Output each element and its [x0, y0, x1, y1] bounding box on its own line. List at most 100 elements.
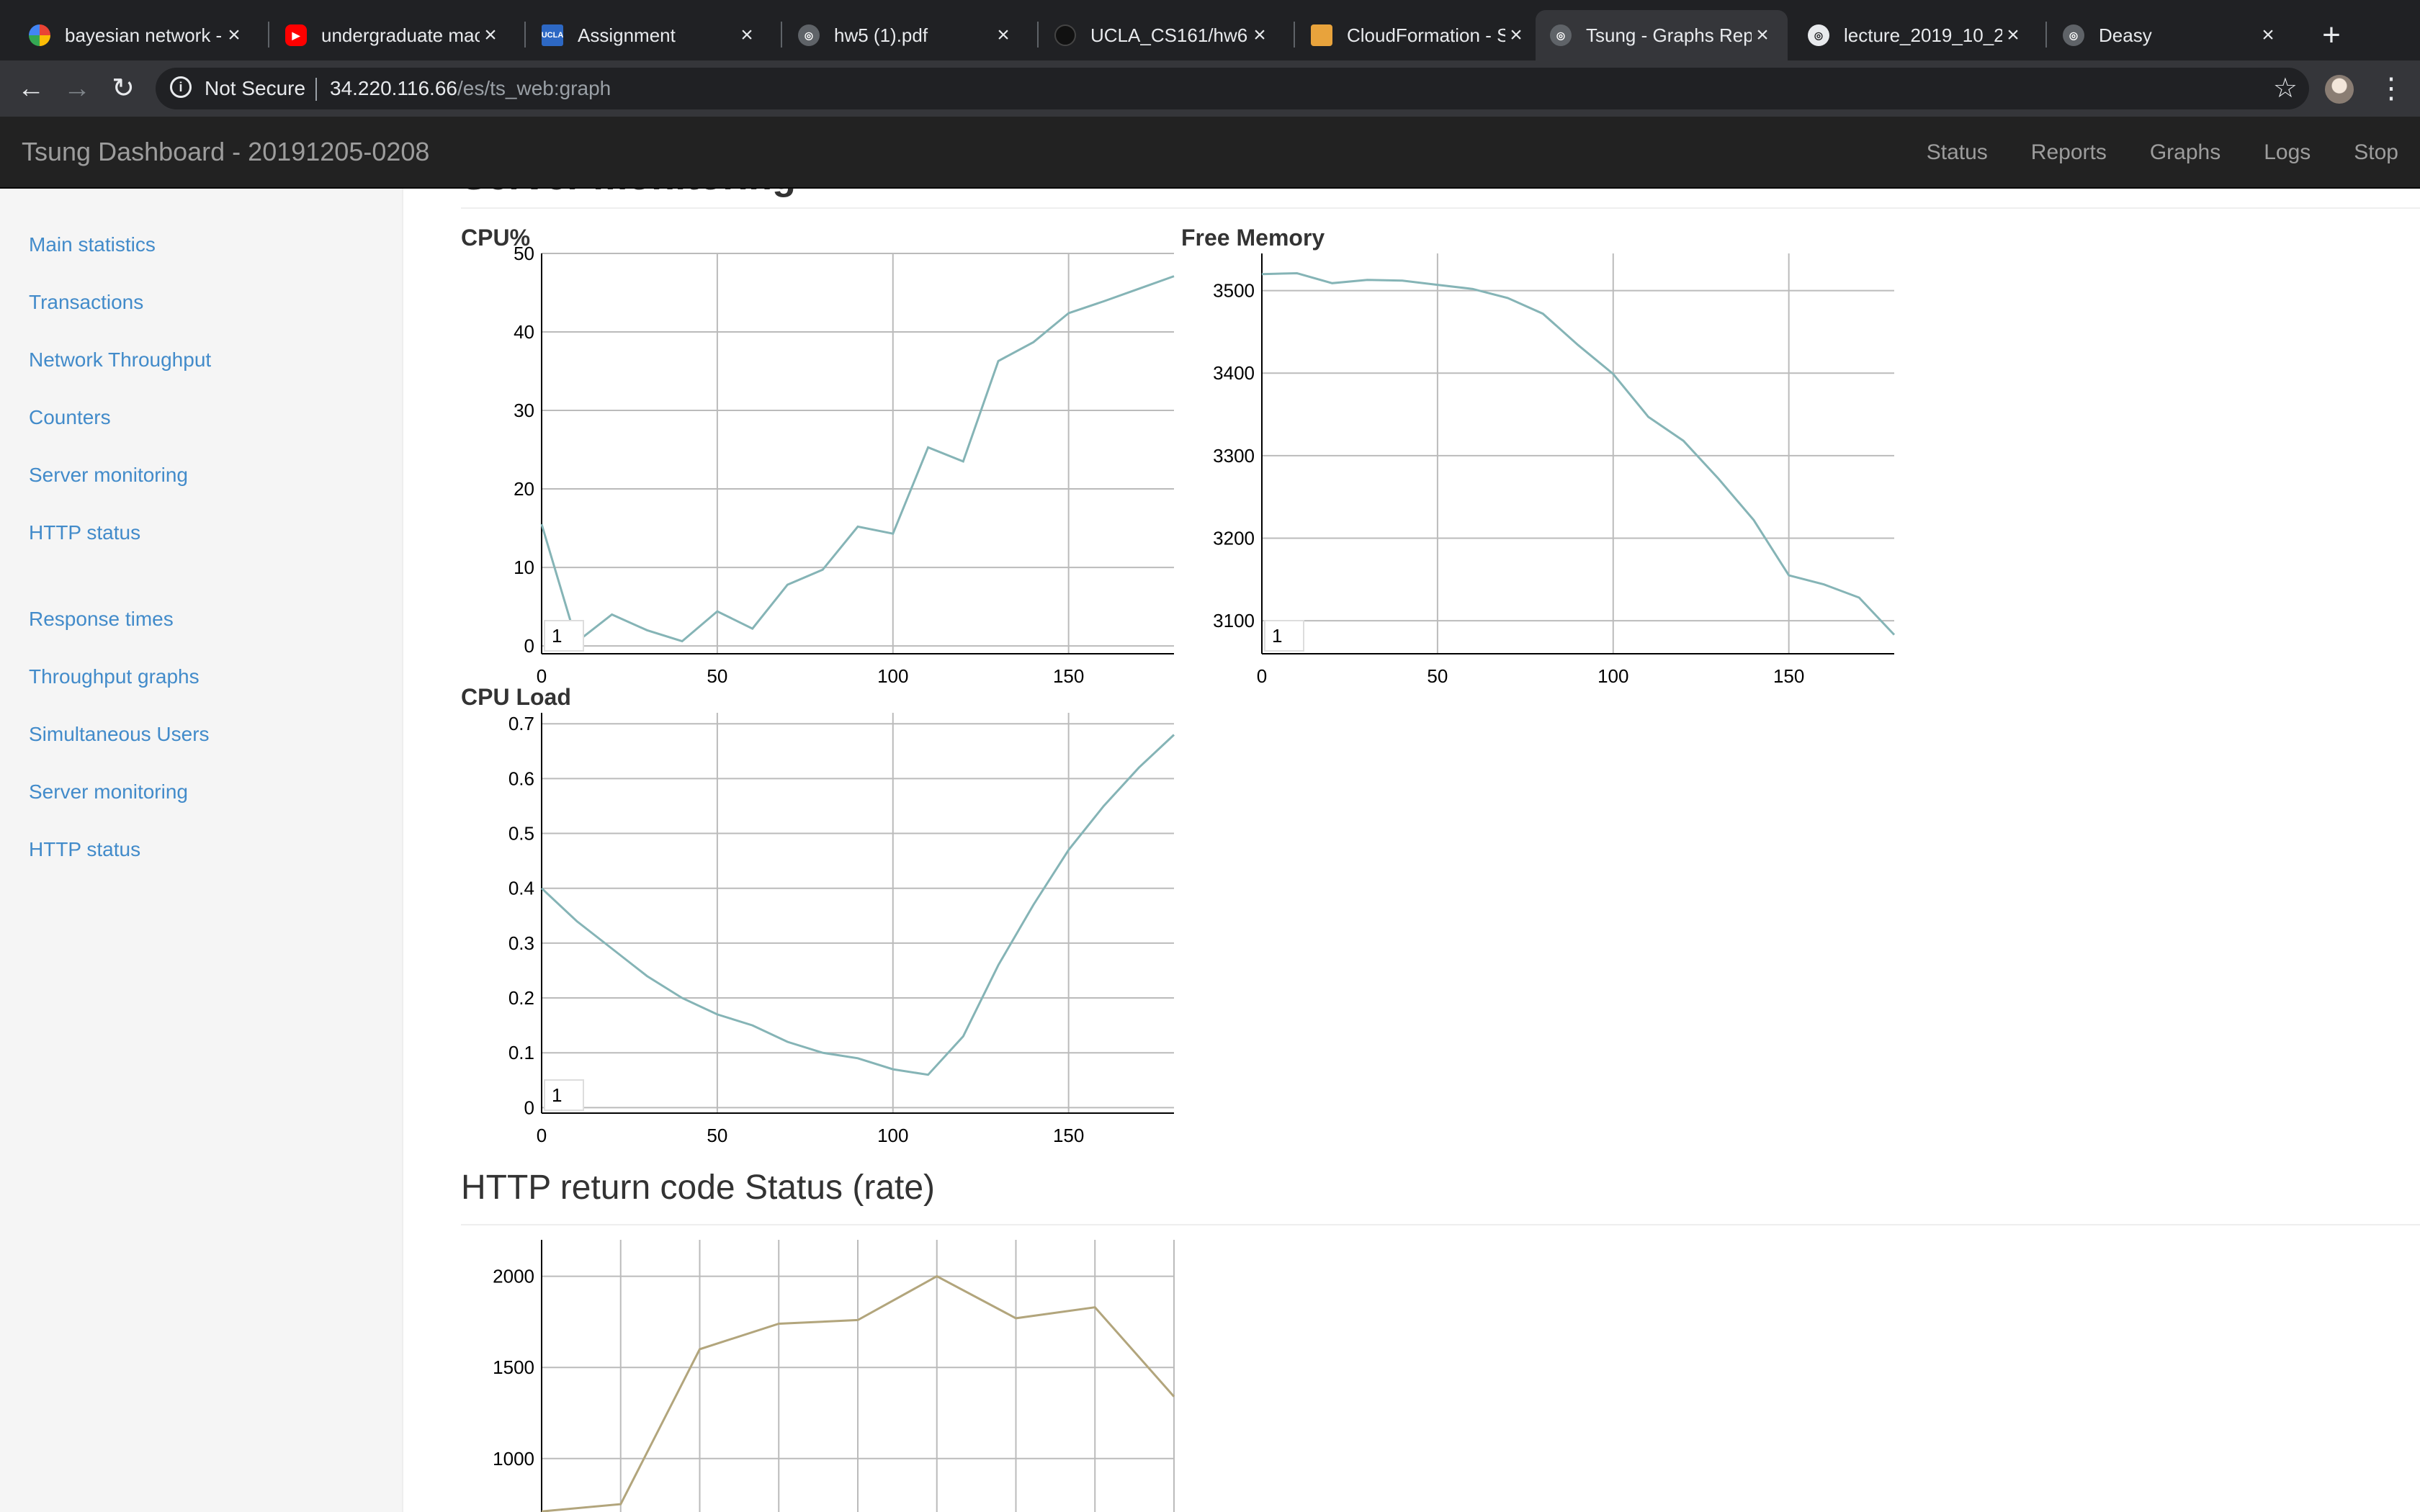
menu-kebab-icon[interactable]: ⋮	[2377, 71, 2406, 107]
sidebar-item-counters[interactable]: Counters	[29, 406, 111, 429]
browser-tab[interactable]: bayesian network - G ×	[14, 10, 259, 60]
y-tick-label: 3200	[1213, 528, 1255, 549]
tab-separator	[1037, 22, 1039, 48]
tab-separator	[2045, 22, 2047, 48]
profile-avatar[interactable]	[2325, 75, 2354, 104]
x-tick-label: 0	[1257, 665, 1267, 687]
browser-tab-strip: bayesian network - G × ▶ undergraduate m…	[0, 0, 2420, 60]
new-tab-icon[interactable]: +	[2313, 17, 2349, 53]
close-tab-icon[interactable]: ×	[2002, 23, 2024, 48]
back-icon[interactable]: ←	[13, 71, 49, 107]
tab-separator	[1294, 22, 1295, 48]
y-tick-label: 40	[514, 321, 534, 343]
ucla-icon: UCLA	[542, 24, 563, 46]
charts-canvas: 010203040500 50 100 15013100320033003400350…	[493, 243, 1896, 1512]
close-tab-icon[interactable]: ×	[223, 23, 245, 48]
x-tick-label: 50	[707, 665, 727, 687]
globe-icon: ◎	[1808, 24, 1829, 46]
y-tick-label: 2000	[493, 1266, 534, 1287]
y-tick-label: 1500	[493, 1356, 534, 1378]
close-tab-icon[interactable]: ×	[480, 23, 501, 48]
url-path: /es/ts_web:graph	[457, 77, 611, 99]
chart-legend-label: 1	[552, 625, 562, 647]
sidebar-item-server-monitoring-graphs[interactable]: Server monitoring	[29, 780, 188, 804]
chart-legend-box[interactable]	[544, 1079, 584, 1111]
y-tick-label: 3300	[1213, 445, 1255, 467]
navbar-links: Status Reports Graphs Logs Stop	[1905, 117, 2420, 189]
chart-legend-box[interactable]	[1264, 620, 1304, 652]
main-content: Server monitoring CPU% Free Memory CPU L…	[403, 189, 2420, 1512]
globe-icon: ◎	[798, 24, 820, 46]
browser-tab[interactable]: CloudFormation - St ×	[1296, 10, 1541, 60]
globe-icon: ◎	[2063, 24, 2084, 46]
close-tab-icon[interactable]: ×	[992, 23, 1014, 48]
sidebar-item-network-throughput[interactable]: Network Throughput	[29, 348, 211, 372]
y-tick-label: 0.3	[508, 932, 534, 954]
nav-link-status[interactable]: Status	[1905, 117, 2009, 189]
y-tick-label: 0.4	[508, 878, 534, 899]
nav-link-logs[interactable]: Logs	[2242, 117, 2332, 189]
tab-separator	[524, 22, 526, 48]
browser-tab[interactable]: ◎ Deasy ×	[2048, 10, 2293, 60]
app-brand[interactable]: Tsung Dashboard - 20191205-0208	[22, 137, 429, 167]
google-icon	[29, 24, 50, 46]
close-tab-icon[interactable]: ×	[1249, 23, 1270, 48]
chart-legend-label: 1	[552, 1084, 562, 1106]
bookmark-star-icon[interactable]: ☆	[2273, 72, 2298, 104]
browser-tab[interactable]: UCLA_CS161/hw6.pc ×	[1040, 10, 1285, 60]
aws-icon	[1311, 24, 1332, 46]
sidebar-item-throughput-graphs[interactable]: Throughput graphs	[29, 665, 200, 688]
browser-tab-active[interactable]: ◎ Tsung - Graphs Repc ×	[1536, 10, 1788, 60]
x-tick-label: 150	[1773, 665, 1804, 687]
close-tab-icon[interactable]: ×	[736, 23, 758, 48]
browser-tab[interactable]: ▶ undergraduate mach ×	[271, 10, 516, 60]
close-tab-icon[interactable]: ×	[2257, 23, 2279, 48]
x-tick-label: 0	[537, 665, 547, 687]
url-host: 34.220.116.66	[330, 77, 457, 99]
youtube-icon: ▶	[285, 24, 307, 46]
sidebar-item-transactions[interactable]: Transactions	[29, 291, 143, 314]
omnibox-separator	[315, 78, 317, 101]
sidebar-item-http-status-graphs[interactable]: HTTP status	[29, 838, 140, 861]
x-tick-label: 0	[537, 1125, 547, 1146]
x-tick-label: 150	[1053, 1125, 1084, 1146]
y-tick-label: 0	[524, 635, 534, 657]
security-label[interactable]: Not Secure	[205, 77, 305, 100]
globe-icon: ◎	[1550, 24, 1572, 46]
forward-icon[interactable]: →	[59, 71, 95, 107]
chart-series-line-free-memory	[1261, 271, 1896, 636]
chart-series-line-cpu-load	[540, 734, 1175, 1076]
y-tick-label: 0.7	[508, 713, 534, 734]
sidebar-item-main-statistics[interactable]: Main statistics	[29, 233, 156, 256]
y-tick-label: 1000	[493, 1448, 534, 1470]
y-tick-label: 0.5	[508, 823, 534, 845]
url-text[interactable]: 34.220.116.66/es/ts_web:graph	[330, 77, 611, 100]
y-tick-label: 20	[514, 478, 534, 500]
chart-legend-box[interactable]	[544, 620, 584, 652]
reload-icon[interactable]: ↻	[105, 71, 141, 107]
tab-separator	[268, 22, 269, 48]
y-tick-label: 0	[524, 1097, 534, 1118]
sidebar-item-simultaneous-users[interactable]: Simultaneous Users	[29, 723, 210, 746]
close-tab-icon[interactable]: ×	[1752, 23, 1773, 48]
y-tick-label: 3500	[1213, 280, 1255, 302]
sidebar-item-http-status[interactable]: HTTP status	[29, 521, 140, 544]
sidebar-item-server-monitoring[interactable]: Server monitoring	[29, 464, 188, 487]
nav-link-graphs[interactable]: Graphs	[2128, 117, 2242, 189]
nav-link-reports[interactable]: Reports	[2009, 117, 2128, 189]
y-tick-label: 0.6	[508, 768, 534, 789]
y-tick-label: 3400	[1213, 362, 1255, 384]
y-tick-label: 0.2	[508, 987, 534, 1009]
y-tick-label: 3100	[1213, 610, 1255, 631]
y-tick-label: 50	[514, 243, 534, 264]
x-tick-label: 100	[877, 665, 908, 687]
nav-link-stop[interactable]: Stop	[2332, 117, 2420, 189]
address-bar[interactable]: i Not Secure 34.220.116.66/es/ts_web:gra…	[156, 68, 2309, 109]
browser-tab[interactable]: ◎ hw5 (1).pdf ×	[784, 10, 1028, 60]
info-icon[interactable]: i	[170, 76, 192, 98]
sidebar-item-response-times[interactable]: Response times	[29, 608, 174, 631]
browser-tab[interactable]: ◎ lecture_2019_10_24. ×	[1793, 10, 2038, 60]
chart-series-line-cpu	[540, 275, 1175, 644]
browser-tab[interactable]: UCLA Assignment ×	[527, 10, 772, 60]
close-tab-icon[interactable]: ×	[1505, 23, 1527, 48]
